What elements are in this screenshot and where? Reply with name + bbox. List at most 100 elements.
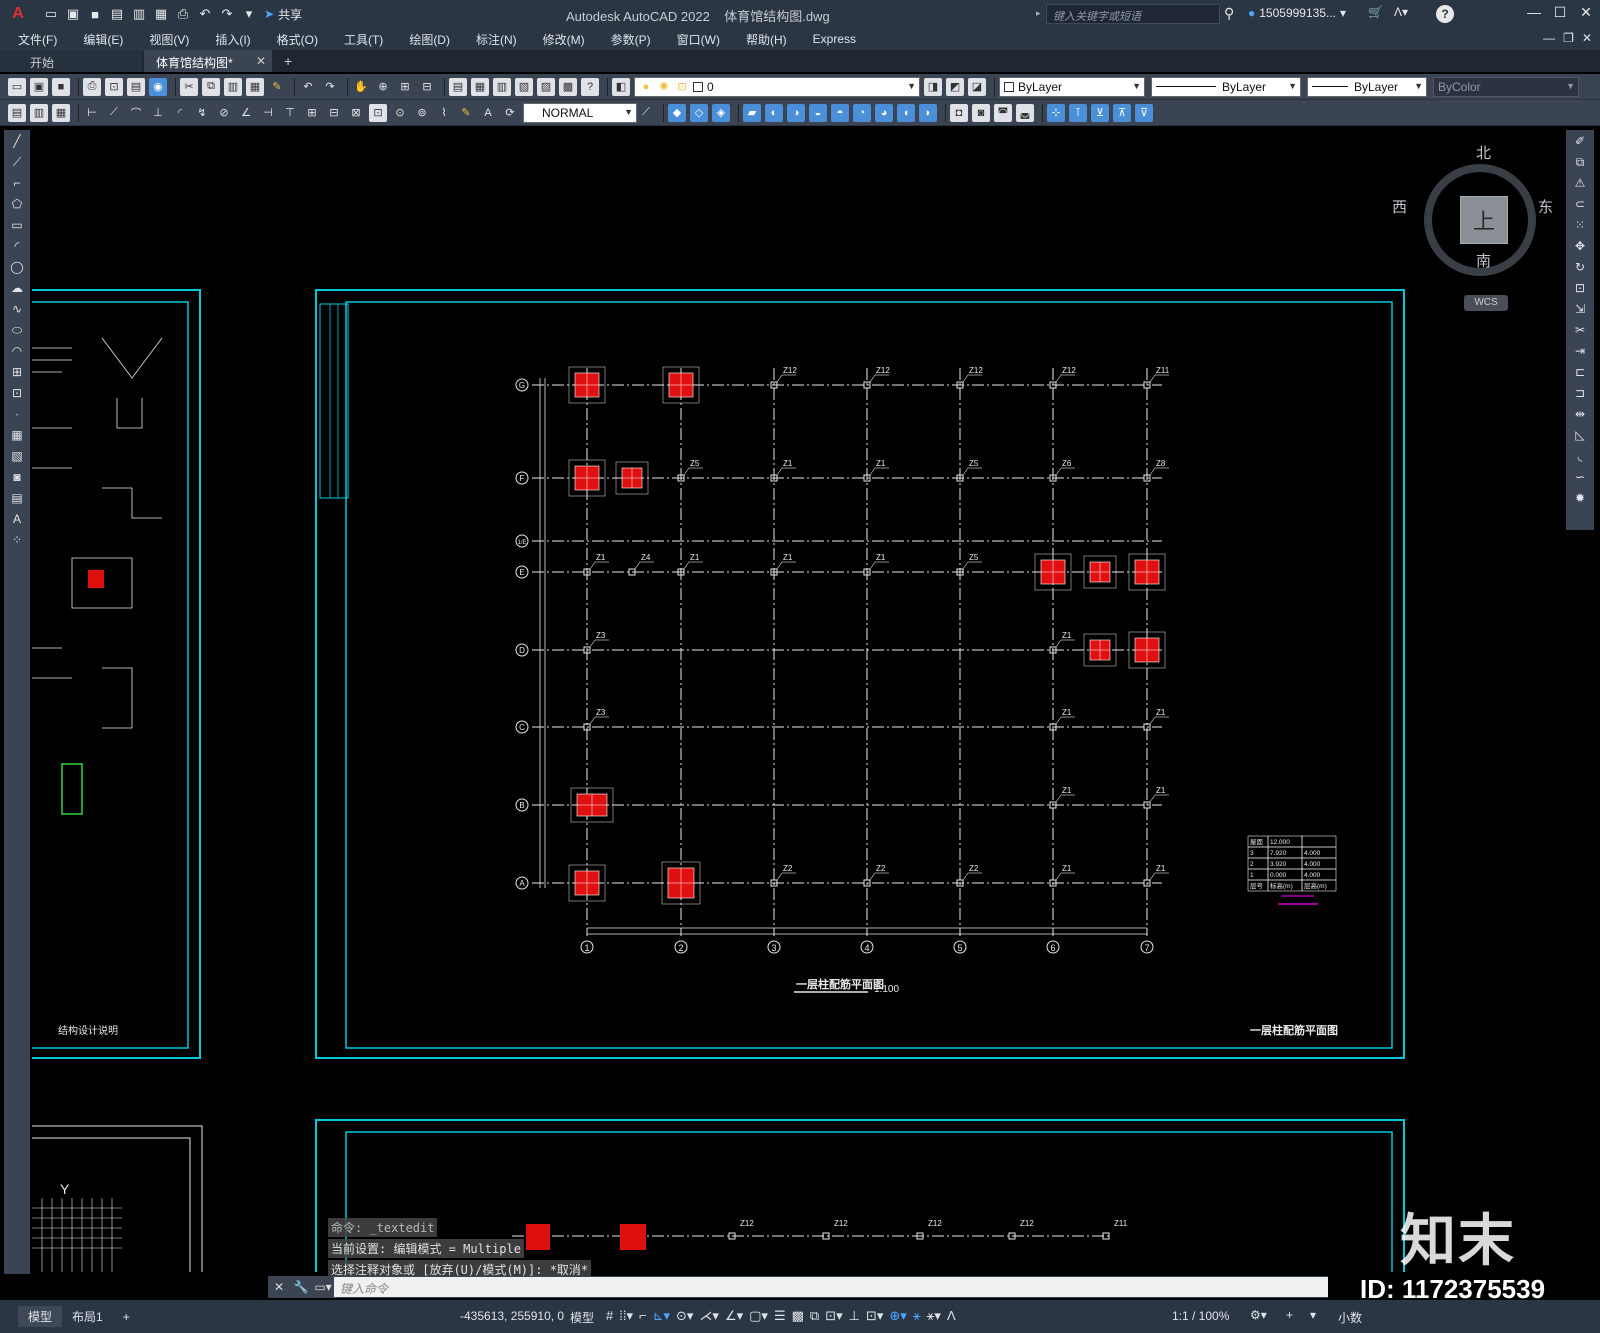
join-icon[interactable]: ⇹ <box>1568 404 1592 424</box>
viewcube[interactable]: 上 北 南 东 西 WCS <box>1392 140 1566 320</box>
viewcube-top-face[interactable]: 上 <box>1460 196 1508 244</box>
shell-icon[interactable]: ◘ <box>950 103 968 122</box>
interfere-icon[interactable]: ◖ <box>897 103 915 122</box>
isodraft-icon[interactable]: ⋌▾ <box>699 1308 719 1324</box>
dim-baseline-icon[interactable]: ⊤ <box>281 104 299 122</box>
ellipse-icon[interactable]: ⬭ <box>6 320 28 340</box>
workspace-icon[interactable]: ▤ <box>8 103 26 122</box>
save-icon[interactable]: ■ <box>52 77 70 96</box>
dim-update-icon[interactable]: ⟳ <box>501 104 519 122</box>
plot-icon[interactable]: ⎙ <box>174 5 192 23</box>
workspace-gear-icon[interactable]: ⚙▾ <box>1250 1308 1267 1322</box>
command-recent-icon[interactable]: ▭▾ <box>312 1280 334 1294</box>
tab-start[interactable]: 开始 <box>0 50 142 72</box>
minimize-icon[interactable]: — <box>1524 4 1544 20</box>
close-icon[interactable]: ✕ <box>1576 4 1596 21</box>
add-selected-icon[interactable]: ⁘ <box>6 530 28 550</box>
fillet-icon[interactable]: ◟ <box>1568 446 1592 466</box>
menu-file[interactable]: 文件(F) <box>18 31 57 48</box>
undo-icon[interactable]: ↶ <box>299 78 317 96</box>
tab-model[interactable]: 模型 <box>18 1306 63 1327</box>
slice-icon[interactable]: ◔ <box>853 103 871 122</box>
annotation-visibility-icon[interactable]: ⚹ <box>913 1308 921 1324</box>
trim-icon[interactable]: ✂ <box>1568 320 1592 340</box>
dim-linear-icon[interactable]: ⊢ <box>83 104 101 122</box>
auto-scale-icon[interactable]: ⚹▾ <box>927 1308 941 1324</box>
object-snap-icon[interactable]: ▢▾ <box>749 1308 768 1324</box>
markup-icon[interactable]: ▨ <box>537 77 555 96</box>
chamfer-edge-icon[interactable]: ◚ <box>994 103 1012 122</box>
ortho-icon[interactable]: ⊾▾ <box>653 1308 670 1324</box>
3d-print-icon[interactable]: ◉ <box>149 77 167 96</box>
layer-state-icon[interactable]: ◪ <box>968 77 986 96</box>
snap-icon[interactable]: ⁞⁞▾ <box>619 1308 633 1324</box>
drawing-canvas[interactable]: 结构设计说明 1 2 3 4 5 6 7 G F 1/E E D C B A Z12 Z12 Z12 Z12 Z11… <box>32 128 1566 1272</box>
ucs-face-icon[interactable]: ⊼ <box>1113 103 1131 122</box>
layer-dropdown[interactable]: ● ✺ ⊡ 0 ▼ <box>634 76 920 97</box>
break-at-point-icon[interactable]: ⊏ <box>1568 362 1592 382</box>
menu-window[interactable]: 窗口(W) <box>677 31 720 48</box>
menu-tools[interactable]: 工具(T) <box>344 31 383 48</box>
block-editor-icon[interactable]: ✎ <box>268 78 286 96</box>
doc-restore-icon[interactable]: ❐ <box>1563 31 1574 45</box>
ellipse-arc-icon[interactable]: ◠ <box>6 341 28 361</box>
share-button[interactable]: ➤ 共享 <box>264 6 302 23</box>
search-input[interactable]: 键入关键字或短语 <box>1046 4 1220 24</box>
menu-help[interactable]: 帮助(H) <box>746 31 787 48</box>
selection-cycling-icon[interactable]: ⧉ <box>810 1308 819 1324</box>
array-icon[interactable]: ⁙ <box>1568 215 1592 235</box>
dim-angular-icon[interactable]: ∠ <box>237 104 255 122</box>
quick-dim-icon[interactable]: ⊣ <box>259 104 277 122</box>
publish-icon[interactable]: ▤ <box>127 77 145 96</box>
table-icon[interactable]: ▤ <box>6 488 28 508</box>
units-dropdown[interactable]: 小数 <box>1338 1309 1362 1326</box>
zoom-window-icon[interactable]: ⊞ <box>396 78 414 96</box>
transparency-icon[interactable]: ▩ <box>792 1308 804 1324</box>
spline-icon[interactable]: ∿ <box>6 299 28 319</box>
plotstyle-dropdown[interactable]: ByColor ▼ <box>1433 76 1579 97</box>
annotation-scale-icon[interactable]: Ʌ <box>947 1308 956 1324</box>
tool-palettes-icon[interactable]: ▥ <box>493 77 511 96</box>
lineweight-dropdown[interactable]: ByLayer ▼ <box>1307 76 1427 97</box>
app-logo-button[interactable]: A <box>0 0 36 28</box>
region-icon[interactable]: ◙ <box>6 467 28 487</box>
model-space-toggle[interactable]: 模型 <box>570 1309 594 1326</box>
zoom-previous-icon[interactable]: ⊟ <box>418 78 436 96</box>
imprint-icon[interactable]: ◛ <box>1016 103 1034 122</box>
zoom-realtime-icon[interactable]: ⊕ <box>374 78 392 96</box>
cut-icon[interactable]: ✂ <box>180 77 198 96</box>
undo-icon[interactable]: ↶ <box>196 5 214 23</box>
rotate-icon[interactable]: ↻ <box>1568 257 1592 277</box>
customize-qat-icon[interactable]: ▾ <box>240 5 258 23</box>
mtext-icon[interactable]: A <box>6 509 28 529</box>
command-input[interactable]: 键入命令 <box>334 1277 1328 1297</box>
add-layout-button[interactable]: + <box>113 1308 140 1326</box>
sweep-icon[interactable]: ◑ <box>787 103 805 122</box>
open-file-icon[interactable]: ▣ <box>64 5 82 23</box>
revision-cloud-icon[interactable]: ☁ <box>6 278 28 298</box>
move-icon[interactable]: ✥ <box>1568 236 1592 256</box>
chamfer-icon[interactable]: ◺ <box>1568 425 1592 445</box>
lineweight-icon[interactable]: ☰ <box>774 1308 786 1324</box>
union-icon[interactable]: ◆ <box>668 103 686 122</box>
grid-icon[interactable]: # <box>606 1308 613 1324</box>
dim-jogged-icon[interactable]: ↯ <box>193 104 211 122</box>
dim-ordinate-icon[interactable]: ⊥ <box>149 104 167 122</box>
section-icon[interactable]: ◗ <box>919 103 937 122</box>
object-snap-tracking-icon[interactable]: ∠▾ <box>725 1308 743 1324</box>
menu-modify[interactable]: 修改(M) <box>543 31 585 48</box>
extend-icon[interactable]: ⇥ <box>1568 341 1592 361</box>
mirror-icon[interactable]: ⚠ <box>1568 173 1592 193</box>
menu-draw[interactable]: 绘图(D) <box>409 31 450 48</box>
maximize-icon[interactable]: ☐ <box>1550 4 1570 21</box>
hatch-icon[interactable]: ▦ <box>6 425 28 445</box>
gradient-icon[interactable]: ▧ <box>6 446 28 466</box>
menu-format[interactable]: 格式(O) <box>277 31 318 48</box>
dim-radius-icon[interactable]: ◜ <box>171 104 189 122</box>
paste-icon[interactable]: ▥ <box>224 77 242 96</box>
dim-diameter-icon[interactable]: ⊘ <box>215 104 233 122</box>
open-web-icon[interactable]: ▥ <box>130 5 148 23</box>
make-current-icon[interactable]: ◨ <box>924 77 942 96</box>
menu-express[interactable]: Express <box>813 32 856 46</box>
gizmo-icon[interactable]: ⊕▾ <box>889 1308 906 1324</box>
